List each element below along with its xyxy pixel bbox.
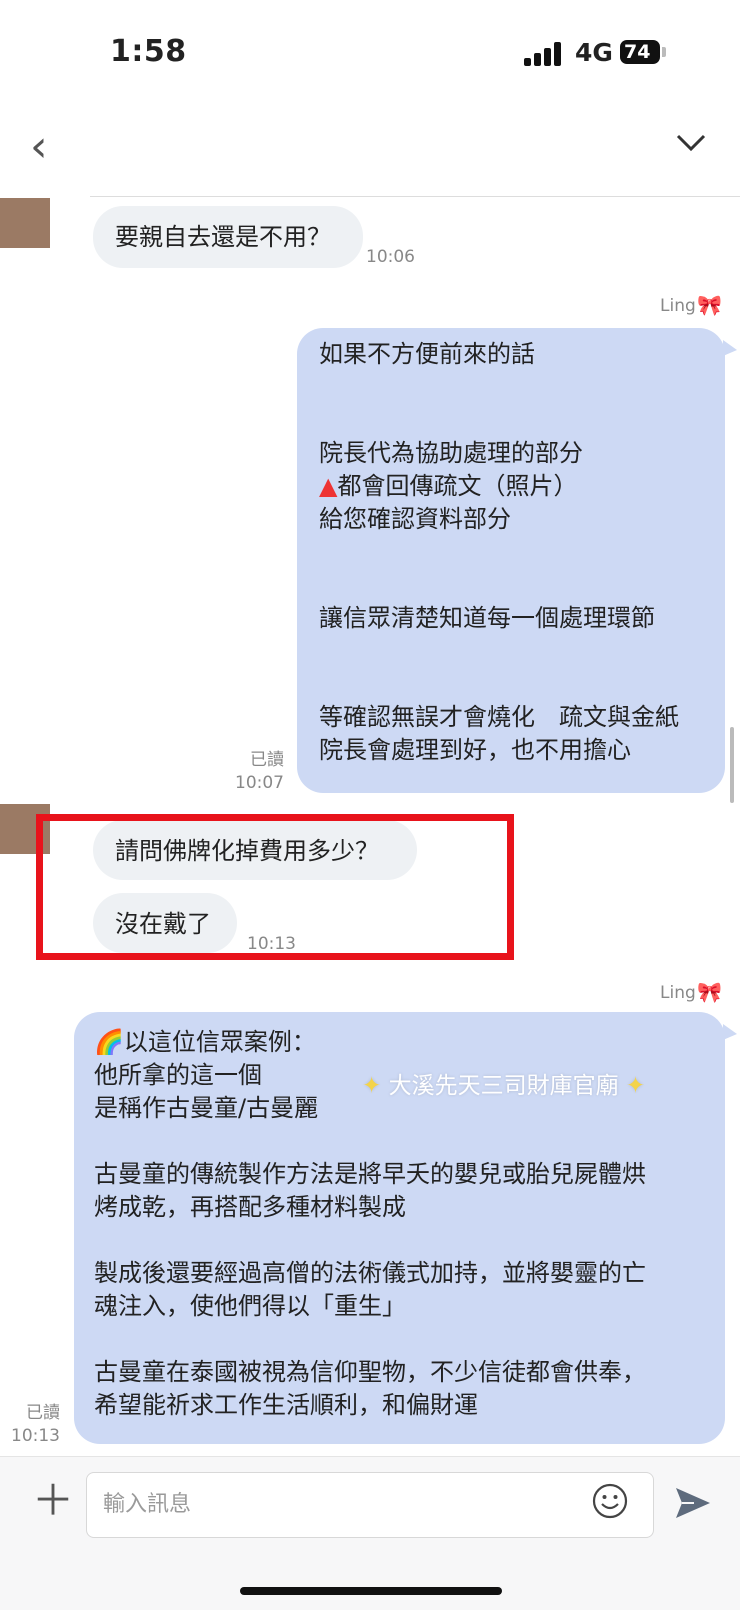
message-bubble-incoming[interactable]: 要親自去還是不用？ xyxy=(93,206,363,268)
sparkle-icon: ✦ xyxy=(362,1073,389,1099)
message-line: 讓信眾清楚知道每一個處理環節 xyxy=(319,604,655,632)
message-line xyxy=(319,635,709,668)
red-highlight-box xyxy=(36,814,514,960)
send-icon[interactable] xyxy=(674,1486,712,1520)
message-line: 希望能祈求工作生活順利，和偏財運 xyxy=(94,1391,478,1419)
message-line: 院長代為協助處理的部分 xyxy=(319,439,583,467)
scrollbar[interactable] xyxy=(730,727,734,803)
message-time: 10:13 xyxy=(11,1426,60,1446)
watermark: ✦ 大溪先天三司財庫官廟 ✦ xyxy=(362,1066,645,1100)
message-line: 魂注入，使他們得以「重生」 xyxy=(94,1292,406,1320)
battery-icon: 74 xyxy=(620,40,660,64)
message-line: 院長會處理到好，也不用擔心 xyxy=(319,736,631,764)
sender-name-text: Ling xyxy=(660,296,696,316)
message-line: 古曼童的傳統製作方法是將早夭的嬰兒或胎兒屍體烘 xyxy=(94,1160,646,1188)
message-meta: 已讀 10:07 xyxy=(230,749,284,795)
message-text: 如果不方便前來的話 院長代為協助處理的部分 ▲都會回傳疏文（照片） 給您確認資料部分… xyxy=(319,338,709,767)
read-receipt: 已讀 xyxy=(26,1403,60,1423)
red-triangle-icon: ▲ xyxy=(319,472,338,500)
bubble-tail xyxy=(723,1024,737,1040)
bubble-tail xyxy=(723,340,737,356)
message-line xyxy=(94,1224,711,1257)
plus-icon[interactable]: ＋ xyxy=(32,1480,74,1522)
message-line: 製成後還要經過高僧的法術儀式加持，並將嬰靈的亡 xyxy=(94,1259,646,1287)
message-time: 10:06 xyxy=(366,247,415,267)
chevron-down-icon[interactable] xyxy=(676,130,706,160)
ribbon-bow-icon: 🎀 xyxy=(697,980,722,1004)
status-time: 1:58 xyxy=(110,34,187,69)
sparkle-icon: ✦ xyxy=(618,1073,646,1099)
signal-icon xyxy=(524,42,564,66)
message-line xyxy=(319,536,709,569)
message-line: ▲都會回傳疏文（照片） xyxy=(319,472,578,500)
message-line xyxy=(94,1125,711,1158)
battery-tip xyxy=(662,47,666,57)
header-divider xyxy=(90,196,740,197)
message-line: 給您確認資料部分 xyxy=(319,505,511,533)
message-line xyxy=(319,569,709,602)
home-indicator xyxy=(240,1587,502,1595)
message-bubble-outgoing[interactable]: 如果不方便前來的話 院長代為協助處理的部分 ▲都會回傳疏文（照片） 給您確認資料部分… xyxy=(297,328,725,793)
smiley-icon[interactable] xyxy=(592,1483,628,1519)
message-time: 10:07 xyxy=(235,773,284,793)
message-line xyxy=(94,1323,711,1356)
message-line xyxy=(319,668,709,701)
sender-name-text: Ling xyxy=(660,983,696,1003)
message-line xyxy=(319,404,709,437)
message-text: 要親自去還是不用？ xyxy=(115,223,331,251)
message-line: 🌈以這位信眾案例： xyxy=(94,1028,316,1056)
message-line xyxy=(319,371,709,404)
sender-name: Ling xyxy=(660,983,696,1003)
avatar[interactable] xyxy=(0,198,50,248)
network-type: 4G xyxy=(575,38,613,67)
message-line: 烤成乾，再搭配多種材料製成 xyxy=(94,1193,406,1221)
read-receipt: 已讀 xyxy=(250,750,284,770)
ribbon-bow-icon: 🎀 xyxy=(697,293,722,317)
message-line: 如果不方便前來的話 xyxy=(319,340,535,368)
message-input-box[interactable] xyxy=(86,1472,654,1538)
message-line: 等確認無誤才會燒化 疏文與金紙 xyxy=(319,703,679,731)
message-line: 古曼童在泰國被視為信仰聖物，不少信徒都會供奉， xyxy=(94,1358,646,1386)
chevron-left-icon[interactable]: ‹ xyxy=(30,125,48,169)
message-input[interactable] xyxy=(101,1473,575,1535)
sender-name: Ling xyxy=(660,296,696,316)
watermark-text: 大溪先天三司財庫官廟 xyxy=(388,1073,619,1099)
message-meta: 已讀 10:13 xyxy=(6,1402,60,1448)
battery-level: 74 xyxy=(624,41,651,63)
